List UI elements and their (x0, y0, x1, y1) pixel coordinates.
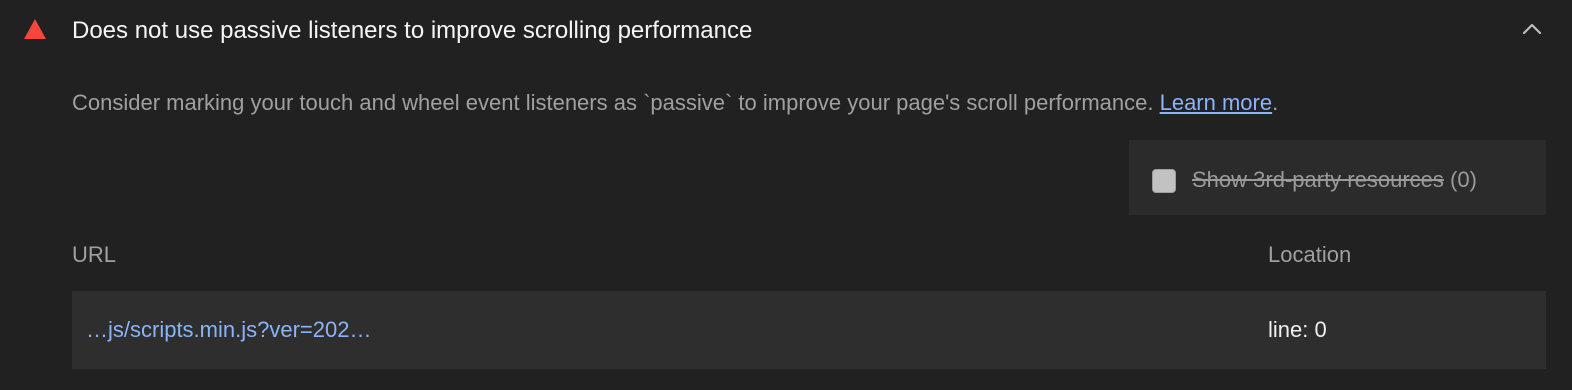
warning-triangle-icon (24, 19, 46, 39)
third-party-filter[interactable]: Show 3rd-party resources (0) (1129, 140, 1546, 215)
url-link[interactable]: …js/scripts.min.js?ver=202… (86, 316, 371, 344)
audit-header[interactable]: Does not use passive listeners to improv… (0, 0, 1572, 62)
third-party-count: (0) (1450, 167, 1477, 192)
column-header-url: URL (72, 242, 117, 267)
description-period: . (1272, 90, 1279, 115)
description-text: Consider marking your touch and wheel ev… (72, 90, 1160, 115)
learn-more-link[interactable]: Learn more (1160, 90, 1273, 115)
audit-description: Consider marking your touch and wheel ev… (72, 89, 1278, 117)
column-header-location: Location (1268, 242, 1352, 267)
third-party-label-text: Show 3rd-party resources (1192, 167, 1444, 192)
third-party-label[interactable]: Show 3rd-party resources (0) (1192, 166, 1477, 194)
table-row: …js/scripts.min.js?ver=202… line: 0 (72, 291, 1546, 369)
audit-panel: Does not use passive listeners to improv… (0, 0, 1572, 390)
location-cell: line: 0 (1268, 317, 1327, 342)
chevron-up-icon[interactable] (1520, 19, 1544, 39)
third-party-checkbox[interactable] (1152, 169, 1176, 193)
audit-title: Does not use passive listeners to improv… (72, 17, 753, 44)
